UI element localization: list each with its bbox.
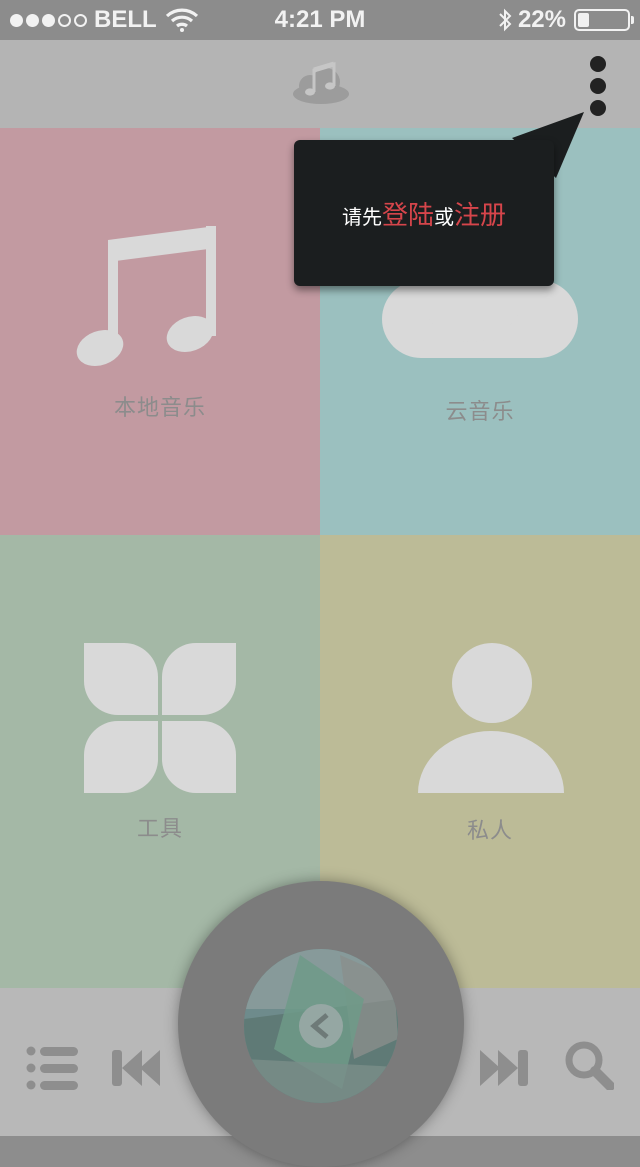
battery-fill xyxy=(578,13,589,27)
login-prompt-text: 请先登陆或注册 xyxy=(294,195,554,232)
login-link[interactable]: 登陆 xyxy=(382,201,434,231)
battery-percent: 22% xyxy=(517,6,566,33)
album-art[interactable] xyxy=(244,949,398,1103)
register-link[interactable]: 注册 xyxy=(454,201,506,231)
playlist-icon[interactable] xyxy=(26,1046,78,1090)
battery-icon xyxy=(574,9,634,31)
tile-local-music[interactable]: 本地音乐 xyxy=(0,128,320,535)
status-bar: BELL 4:21 PM 22% xyxy=(0,0,640,40)
music-note-icon xyxy=(76,226,216,366)
prompt-prefix: 请先 xyxy=(341,205,382,229)
previous-icon[interactable] xyxy=(110,1048,160,1088)
album-art-image xyxy=(244,949,398,1103)
tools-petals-icon xyxy=(84,643,236,793)
login-prompt-popup: 请先登陆或注册 xyxy=(294,140,554,286)
bluetooth-icon xyxy=(499,8,512,32)
tile-label: 本地音乐 xyxy=(113,396,206,421)
tile-label: 私人 xyxy=(466,819,513,844)
search-icon[interactable] xyxy=(564,1040,614,1090)
cloud-music-logo-icon[interactable] xyxy=(290,58,352,106)
status-right: 22% xyxy=(498,6,634,34)
next-icon[interactable] xyxy=(480,1048,530,1088)
user-icon xyxy=(418,643,564,793)
tile-label: 云音乐 xyxy=(445,400,515,425)
prompt-or: 或 xyxy=(434,205,454,229)
vertical-dots-icon[interactable] xyxy=(586,56,610,116)
tile-label: 工具 xyxy=(136,817,183,842)
